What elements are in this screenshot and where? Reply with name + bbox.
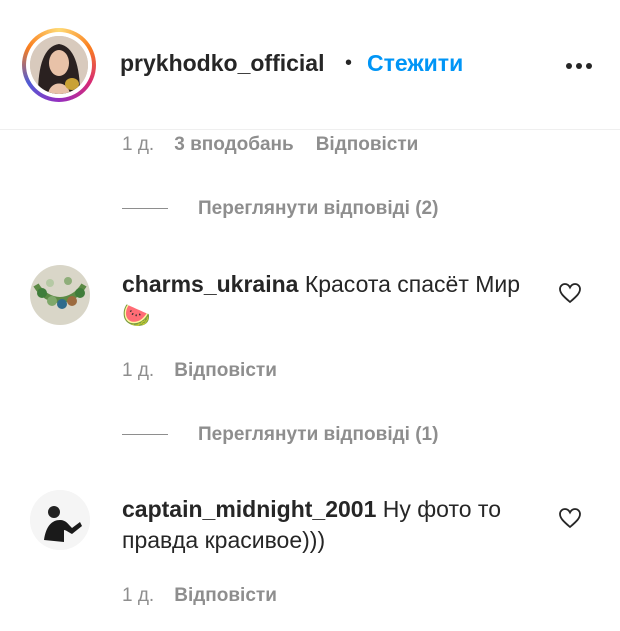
comment-username[interactable]: charms_ukraina	[122, 271, 298, 297]
comment-time: 1 д.	[122, 360, 155, 381]
comment-meta: 1 д. Відповісти	[122, 585, 299, 607]
view-replies-button[interactable]: Переглянути відповіді (2)	[122, 198, 438, 220]
divider-line	[122, 434, 168, 436]
reply-button[interactable]: Відповісти	[174, 360, 277, 381]
likes-count[interactable]: 3 вподобань	[174, 134, 293, 155]
comment-time: 1 д.	[122, 585, 155, 606]
post-author-username[interactable]: prykhodko_official	[120, 50, 324, 77]
post-header: prykhodko_official • Стежити	[0, 0, 620, 130]
comment-meta: 1 д. Відповісти	[122, 360, 299, 382]
avatar[interactable]	[30, 265, 90, 325]
view-replies-label: Переглянути відповіді (2)	[198, 198, 439, 219]
separator-dot: •	[345, 52, 353, 74]
more-horizontal-icon[interactable]	[564, 56, 594, 76]
view-replies-label: Переглянути відповіді (1)	[198, 424, 439, 445]
reply-button[interactable]: Відповісти	[174, 585, 277, 606]
avatar[interactable]	[30, 36, 88, 94]
like-heart-icon[interactable]	[558, 281, 582, 305]
divider-line	[122, 208, 168, 210]
view-replies-button[interactable]: Переглянути відповіді (1)	[122, 424, 438, 446]
comment-meta: 1 д. 3 вподобань Відповісти	[122, 134, 440, 156]
avatar[interactable]	[30, 490, 90, 550]
comment-body: captain_midnight_2001 Ну фото то правда …	[122, 494, 532, 556]
comment-username[interactable]: captain_midnight_2001	[122, 496, 376, 522]
avatar-image	[30, 490, 90, 550]
comment-body: charms_ukraina Красота спасёт Мир 🍉	[122, 269, 532, 331]
like-heart-icon[interactable]	[558, 506, 582, 530]
avatar-image	[30, 265, 90, 325]
story-ring[interactable]	[22, 28, 96, 102]
follow-button[interactable]: Стежити	[367, 50, 463, 77]
reply-button[interactable]: Відповісти	[316, 134, 419, 155]
avatar-image	[30, 36, 88, 94]
comment-time: 1 д.	[122, 134, 155, 155]
